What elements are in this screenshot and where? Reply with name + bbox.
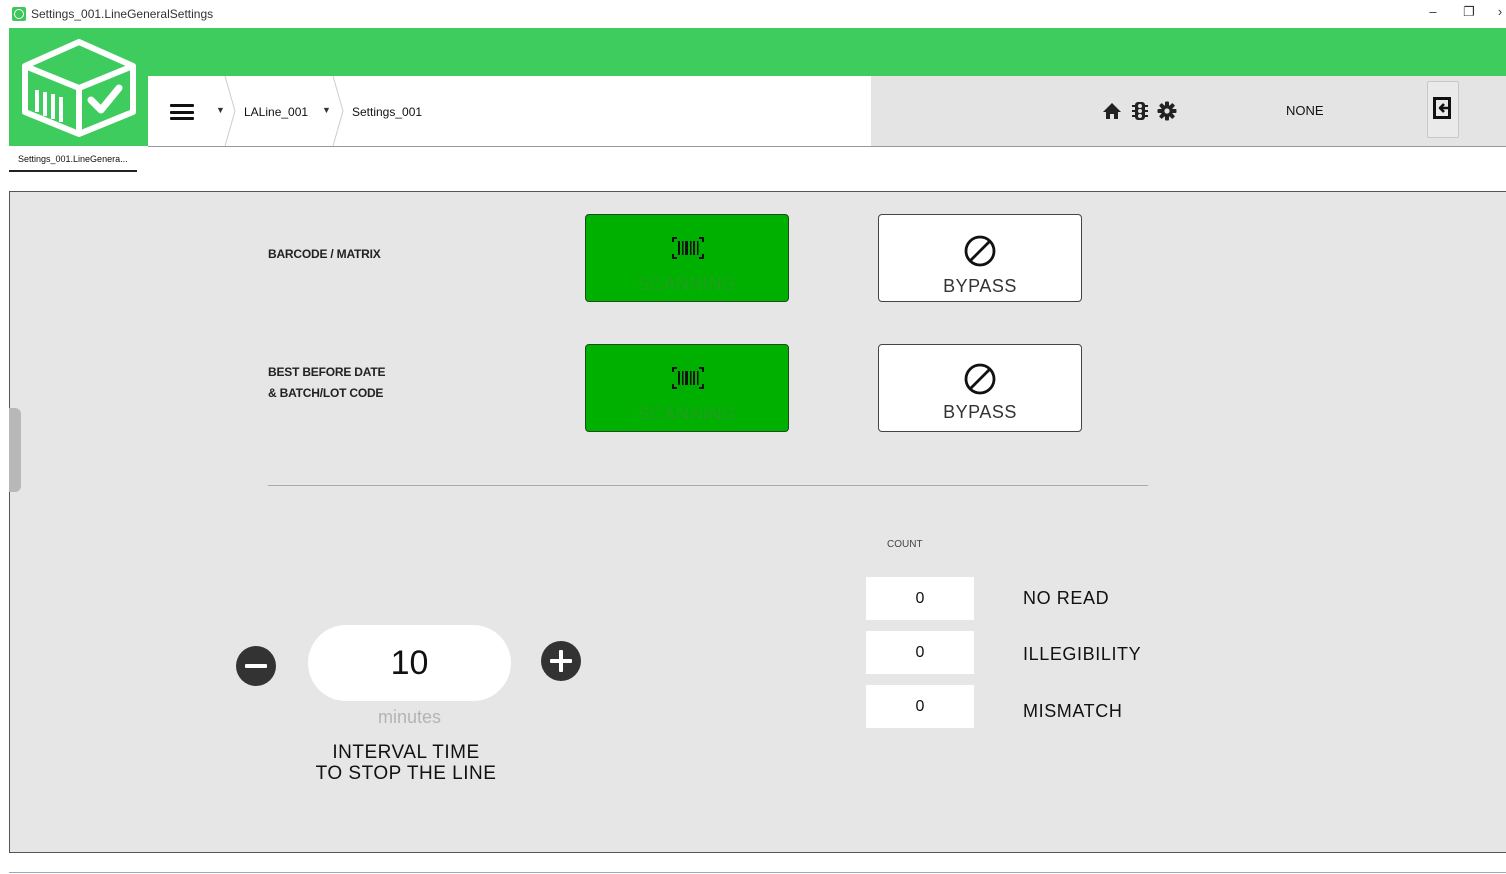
home-icon[interactable] xyxy=(1101,100,1123,122)
bypass-icon xyxy=(964,235,996,267)
status-value: NONE xyxy=(1286,103,1324,118)
logout-icon xyxy=(1433,97,1451,119)
scanning-label: SCANNING xyxy=(637,274,737,294)
interval-unit-label: minutes xyxy=(377,707,442,727)
barcode-matrix-label: BARCODE / MATRIX xyxy=(268,247,381,261)
logout-button[interactable] xyxy=(1427,81,1459,138)
window-titlebar: Settings_001.LineGeneralSettings – ❐ › xyxy=(0,0,1506,28)
app-logo xyxy=(9,28,148,146)
close-button[interactable]: › xyxy=(1490,4,1506,19)
gear-icon[interactable] xyxy=(1156,100,1178,122)
no-read-label: NO READ xyxy=(1023,588,1110,608)
minus-icon xyxy=(245,664,267,668)
bypass-label: BYPASS xyxy=(943,276,1017,296)
tab-settings-line-general[interactable]: Settings_001.LineGenera... xyxy=(9,152,137,172)
header-bar xyxy=(9,28,1506,76)
traffic-light-icon[interactable] xyxy=(1129,100,1151,122)
barcode-scan-icon xyxy=(672,367,704,389)
interval-value-input[interactable] xyxy=(308,625,511,701)
count-heading: COUNT xyxy=(887,539,923,550)
interval-title: INTERVAL TIME TO STOP THE LINE xyxy=(315,742,497,784)
breadcrumb-settings[interactable]: Settings_001 xyxy=(352,105,422,119)
breadcrumb-line[interactable]: LALine_001 xyxy=(244,105,308,119)
restore-button[interactable]: ❐ xyxy=(1459,4,1479,20)
section-divider xyxy=(268,485,1148,486)
side-drawer-handle[interactable] xyxy=(9,408,21,492)
scanning-label: SCANNING xyxy=(637,404,737,424)
header-toolbar xyxy=(871,76,1506,146)
no-read-count: 0 xyxy=(866,577,974,620)
barcode-bypass-button[interactable]: BYPASS xyxy=(878,214,1082,302)
breadcrumb-separator-icon xyxy=(332,76,344,146)
barcode-scan-icon xyxy=(672,237,704,259)
package-check-logo-icon xyxy=(22,39,136,137)
illegibility-label: ILLEGIBILITY xyxy=(1023,644,1142,664)
window-title: Settings_001.LineGeneralSettings xyxy=(31,7,214,21)
barcode-scanning-button[interactable]: SCANNING xyxy=(585,214,789,302)
bypass-icon xyxy=(964,363,996,395)
breadcrumb-separator-icon xyxy=(224,76,236,146)
bypass-label: BYPASS xyxy=(943,402,1017,422)
best-before-batch-label: BEST BEFORE DATE & BATCH/LOT CODE xyxy=(268,365,386,400)
mismatch-label: MISMATCH xyxy=(1023,701,1123,721)
best-before-bypass-button[interactable]: BYPASS xyxy=(878,344,1082,432)
line-dropdown-arrow-icon[interactable]: ▼ xyxy=(322,105,331,115)
illegibility-count: 0 xyxy=(866,631,974,674)
decrease-interval-button[interactable] xyxy=(236,646,276,686)
minimize-button[interactable]: – xyxy=(1423,4,1443,19)
menu-icon[interactable] xyxy=(170,104,194,120)
app-icon xyxy=(12,7,26,21)
increase-interval-button[interactable] xyxy=(541,641,581,681)
mismatch-count: 0 xyxy=(866,685,974,728)
best-before-scanning-button[interactable]: SCANNING xyxy=(585,344,789,432)
